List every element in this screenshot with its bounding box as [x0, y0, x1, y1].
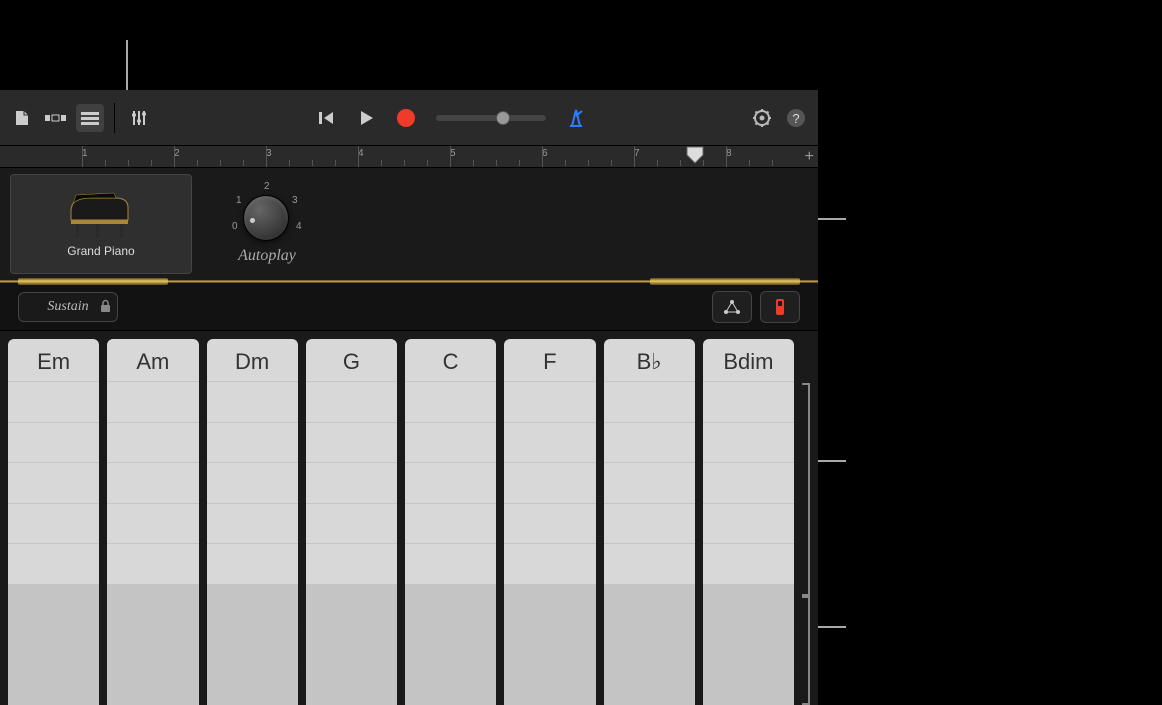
chord-strip-em[interactable]: Em: [8, 339, 99, 705]
metronome-button[interactable]: [562, 104, 590, 132]
grand-piano-icon: [66, 190, 136, 240]
chord-mode-button[interactable]: [712, 291, 752, 323]
settings-button[interactable]: [748, 104, 776, 132]
lock-icon: [100, 299, 111, 318]
volume-slider-knob[interactable]: [496, 111, 510, 125]
add-section-button[interactable]: +: [805, 148, 814, 166]
help-button[interactable]: ?: [782, 104, 810, 132]
track-controls-button[interactable]: [125, 104, 153, 132]
note-mode-button[interactable]: [760, 291, 800, 323]
timeline-ruler[interactable]: 1 2 3 4 5 6 7 8 /* ticks drawn below via…: [0, 146, 818, 168]
play-button[interactable]: [352, 104, 380, 132]
chord-strip-bdim[interactable]: Bdim: [703, 339, 794, 705]
sustain-label: Sustain: [47, 299, 88, 315]
record-button[interactable]: [392, 104, 420, 132]
chord-strip-f[interactable]: F: [504, 339, 595, 705]
gold-divider: [0, 280, 818, 283]
chord-label: C: [405, 339, 496, 381]
volume-slider[interactable]: [436, 115, 546, 121]
chord-label: B♭: [604, 339, 695, 381]
transport-controls: [312, 104, 420, 132]
sustain-toggle[interactable]: Sustain: [18, 292, 118, 322]
rewind-button[interactable]: [312, 104, 340, 132]
instrument-tile[interactable]: Grand Piano: [10, 174, 192, 274]
zone-brackets: [802, 339, 810, 705]
dial-mark-1: 1: [236, 195, 242, 206]
chord-label: Em: [8, 339, 99, 381]
lower-zone-bracket: [802, 596, 810, 705]
chord-label: Dm: [207, 339, 298, 381]
toolbar-separator: [114, 103, 115, 133]
autoplay-control: 0 1 2 3 4 Autoplay: [232, 183, 302, 265]
chord-label: Am: [107, 339, 198, 381]
app-window: ? 1 2 3 4 5 6 7 8 /* ticks drawn below v…: [0, 90, 818, 705]
chord-label: Bdim: [703, 339, 794, 381]
chord-strip-bflat[interactable]: B♭: [604, 339, 695, 705]
dial-mark-2: 2: [264, 181, 270, 192]
dial-mark-0: 0: [232, 221, 238, 232]
upper-zone-bracket: [802, 383, 810, 596]
chord-strip-am[interactable]: Am: [107, 339, 198, 705]
instrument-row: Grand Piano 0 1 2 3 4 Autoplay: [0, 168, 818, 280]
list-view-button[interactable]: [76, 104, 104, 132]
chord-label: F: [504, 339, 595, 381]
playhead[interactable]: [686, 146, 704, 164]
svg-text:?: ?: [792, 111, 799, 126]
dial-mark-4: 4: [296, 221, 302, 232]
tracks-view-button[interactable]: [42, 104, 70, 132]
top-toolbar: ?: [0, 90, 818, 146]
autoplay-label: Autoplay: [238, 247, 296, 265]
chord-strip-c[interactable]: C: [405, 339, 496, 705]
browser-button[interactable]: [8, 104, 36, 132]
control-strip: Sustain: [0, 283, 818, 331]
chord-strip-g[interactable]: G: [306, 339, 397, 705]
chord-strip-dm[interactable]: Dm: [207, 339, 298, 705]
dial-mark-3: 3: [292, 195, 298, 206]
autoplay-dial[interactable]: [243, 195, 289, 241]
chord-strips-area: Em Am Dm G C F B♭: [0, 331, 818, 705]
chord-label: G: [306, 339, 397, 381]
instrument-name: Grand Piano: [67, 244, 134, 258]
